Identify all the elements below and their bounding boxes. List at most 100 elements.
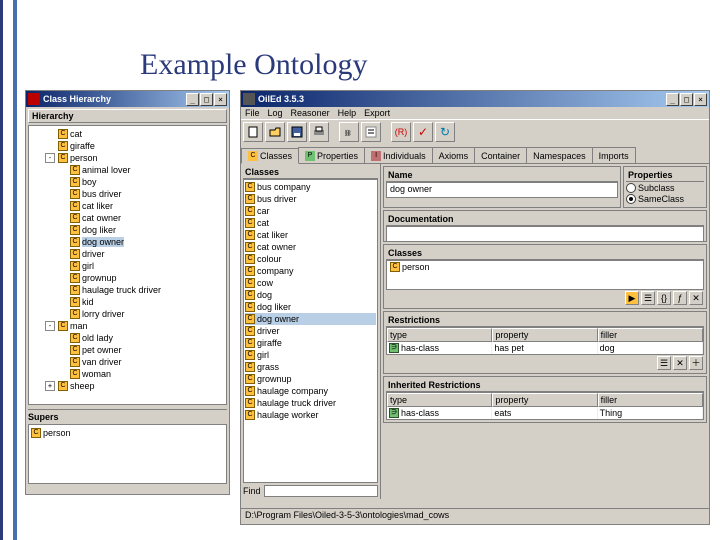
tree-node[interactable]: Cboy <box>31 176 224 188</box>
tab-axioms[interactable]: Axioms <box>432 147 476 163</box>
titlebar[interactable]: OilEd 3.5.3 _ □ × <box>241 91 709 107</box>
tree-node[interactable]: Ccat owner <box>31 212 224 224</box>
class-item[interactable]: Ccat <box>245 217 376 229</box>
tree-node[interactable]: Cdog liker <box>31 224 224 236</box>
tree-node[interactable]: Cbus driver <box>31 188 224 200</box>
menu-reasoner[interactable]: Reasoner <box>291 108 330 118</box>
tree-node[interactable]: Ckid <box>31 296 224 308</box>
class-hierarchy-window: Class Hierarchy _ □ × Hierarchy CcatCgir… <box>25 90 230 495</box>
classes-list[interactable]: Cbus companyCbus driverCcarCcatCcat like… <box>243 179 378 483</box>
print-icon[interactable] <box>309 122 329 142</box>
supers-header: Supers <box>28 409 227 424</box>
class-item[interactable]: Cgirl <box>245 349 376 361</box>
tab-imports[interactable]: Imports <box>592 147 636 163</box>
properties-label: Properties <box>626 169 704 182</box>
titlebar[interactable]: Class Hierarchy _ □ × <box>26 91 229 107</box>
fx-icon[interactable]: ƒ <box>673 291 687 305</box>
close-button[interactable]: × <box>214 93 227 106</box>
class-item[interactable]: Cbus driver <box>245 193 376 205</box>
open-icon[interactable] <box>265 122 285 142</box>
tab-container[interactable]: Container <box>474 147 527 163</box>
class-item[interactable]: Cdriver <box>245 325 376 337</box>
tab-individuals[interactable]: IIndividuals <box>364 147 433 163</box>
menu-help[interactable]: Help <box>338 108 357 118</box>
tab-classes[interactable]: CClasses <box>241 148 299 164</box>
class-item[interactable]: Cgiraffe <box>245 337 376 349</box>
tree-node[interactable]: Cgirl <box>31 260 224 272</box>
class-item[interactable]: Chaulage worker <box>245 409 376 421</box>
add-class-icon[interactable]: ▶ <box>625 291 639 305</box>
class-item[interactable]: Cgrownup <box>245 373 376 385</box>
save-icon[interactable] <box>287 122 307 142</box>
class-item[interactable]: Cdog owner <box>245 313 376 325</box>
restriction-row[interactable]: ∋has-classeatsThing <box>387 407 703 419</box>
restriction-row[interactable]: ∋has-classhas petdog <box>387 342 703 354</box>
class-item[interactable]: Chaulage company <box>245 385 376 397</box>
close-button[interactable]: × <box>694 93 707 106</box>
list-icon[interactable]: ☰ <box>657 356 671 370</box>
tree-node[interactable]: Cgiraffe <box>31 140 224 152</box>
add-icon[interactable]: ＋ <box>689 356 703 370</box>
supers-list[interactable]: Cperson <box>28 424 227 484</box>
tab-namespaces[interactable]: Namespaces <box>526 147 593 163</box>
documentation-label: Documentation <box>386 213 704 226</box>
remove-icon[interactable]: ✕ <box>689 291 703 305</box>
tree-node[interactable]: Canimal lover <box>31 164 224 176</box>
new-icon[interactable] <box>243 122 263 142</box>
tree-node[interactable]: Cvan driver <box>31 356 224 368</box>
maximize-button[interactable]: □ <box>200 93 213 106</box>
tab-properties[interactable]: PProperties <box>298 147 365 163</box>
class-item[interactable]: Chaulage truck driver <box>245 397 376 409</box>
tree-node[interactable]: Cpet owner <box>31 344 224 356</box>
documentation-field[interactable] <box>386 226 704 242</box>
menu-export[interactable]: Export <box>364 108 390 118</box>
column-header: filler <box>598 393 703 407</box>
verify-icon[interactable]: ✓ <box>413 122 433 142</box>
menu-log[interactable]: Log <box>268 108 283 118</box>
tree-node[interactable]: Cdriver <box>31 248 224 260</box>
class-item[interactable]: Cgrass <box>245 361 376 373</box>
minimize-button[interactable]: _ <box>186 93 199 106</box>
properties-icon[interactable] <box>361 122 381 142</box>
braces-icon[interactable]: {} <box>657 291 671 305</box>
window-title: OilEd 3.5.3 <box>258 94 666 104</box>
chain-icon[interactable]: ⛓ <box>339 122 359 142</box>
tree-node[interactable]: Cdog owner <box>31 236 224 248</box>
tree-node[interactable]: Cold lady <box>31 332 224 344</box>
tree-node[interactable]: +Csheep <box>31 380 224 392</box>
class-item[interactable]: Ccolour <box>245 253 376 265</box>
tree-node[interactable]: Ccat <box>31 128 224 140</box>
refresh-icon[interactable]: ↻ <box>435 122 455 142</box>
reason-icon[interactable]: (R) <box>391 122 411 142</box>
class-item[interactable]: Ccow <box>245 277 376 289</box>
tree-node[interactable]: Clorry driver <box>31 308 224 320</box>
class-item[interactable]: Cbus company <box>245 181 376 193</box>
maximize-button[interactable]: □ <box>680 93 693 106</box>
class-item[interactable]: Ccat liker <box>245 229 376 241</box>
superclasses-list[interactable]: Cperson <box>386 260 704 290</box>
tree-node[interactable]: -Cperson <box>31 152 224 164</box>
tree-node[interactable]: Cwoman <box>31 368 224 380</box>
superclasses-label: Classes <box>386 247 704 260</box>
list-icon[interactable]: ☰ <box>641 291 655 305</box>
tree-node[interactable]: -Cman <box>31 320 224 332</box>
tree-node[interactable]: Cgrownup <box>31 272 224 284</box>
radio-sameclass[interactable]: SameClass <box>626 194 704 204</box>
class-item[interactable]: Cdog <box>245 289 376 301</box>
menu-file[interactable]: File <box>245 108 260 118</box>
remove-icon[interactable]: ✕ <box>673 356 687 370</box>
restrictions-table[interactable]: typepropertyfiller ∋has-classhas petdog <box>386 327 704 355</box>
class-item[interactable]: Ccar <box>245 205 376 217</box>
tree-node[interactable]: Ccat liker <box>31 200 224 212</box>
super-item[interactable]: Cperson <box>31 427 224 439</box>
class-item[interactable]: Ccompany <box>245 265 376 277</box>
minimize-button[interactable]: _ <box>666 93 679 106</box>
class-item[interactable]: Ccat owner <box>245 241 376 253</box>
find-input[interactable] <box>264 485 378 497</box>
tree-node[interactable]: Chaulage truck driver <box>31 284 224 296</box>
class-item[interactable]: Cdog liker <box>245 301 376 313</box>
class-tree[interactable]: CcatCgiraffe-CpersonCanimal loverCboyCbu… <box>28 125 227 405</box>
superclass-item[interactable]: Cperson <box>390 262 700 272</box>
name-field[interactable]: dog owner <box>386 182 618 198</box>
radio-subclass[interactable]: Subclass <box>626 183 704 193</box>
